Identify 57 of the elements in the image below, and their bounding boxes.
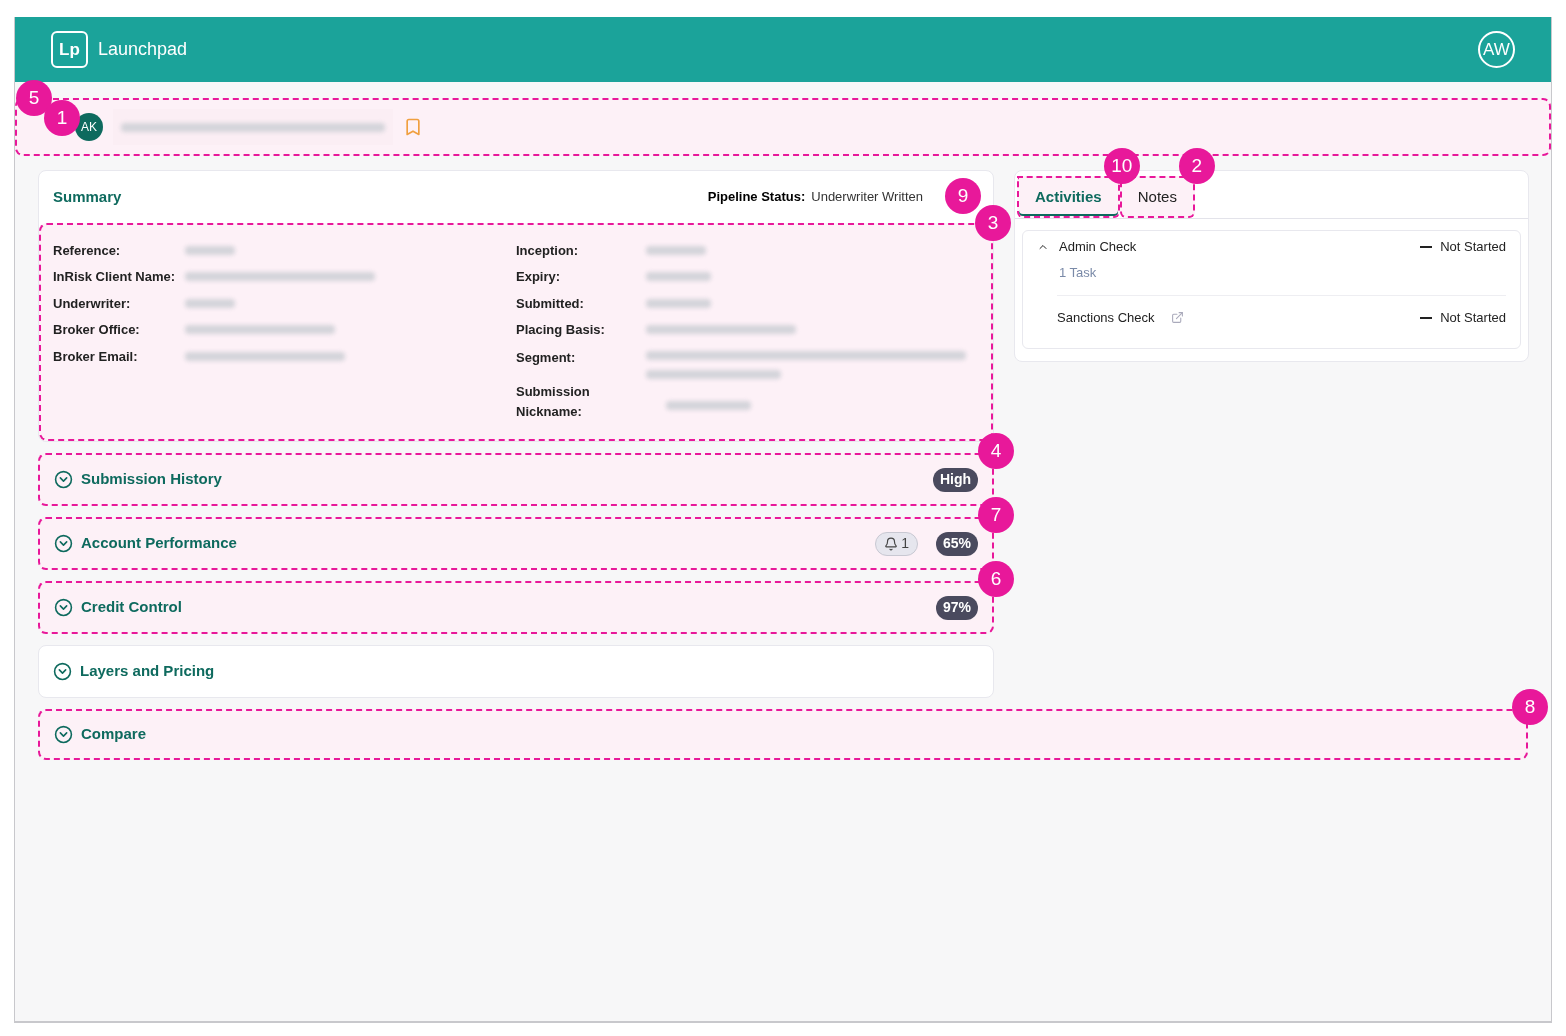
pipeline-status-value: Underwriter Written bbox=[811, 188, 923, 207]
collapsible-section[interactable]: Account Performance 1 65% bbox=[38, 517, 994, 570]
expand-icon bbox=[54, 534, 73, 553]
summary-title: Summary bbox=[53, 186, 122, 207]
score-badge: 97% bbox=[935, 595, 978, 620]
field-label: Underwriter: bbox=[53, 294, 132, 313]
task-count: 1 Task bbox=[1059, 264, 1098, 282]
field-label: Submission Nickname: bbox=[516, 383, 591, 422]
activity-item[interactable]: Sanctions Check Not Started bbox=[1057, 294, 1506, 328]
score-badge: 65% bbox=[935, 531, 978, 556]
section-title: Compare bbox=[81, 724, 147, 745]
field-label: Expiry: bbox=[516, 268, 562, 286]
field-label: Submitted: bbox=[516, 294, 585, 313]
activity-status: Not Started bbox=[1440, 308, 1506, 327]
field-label: Reference: bbox=[53, 241, 122, 260]
section-title: Submission History bbox=[81, 469, 222, 490]
external-link-icon[interactable] bbox=[1170, 311, 1184, 324]
field-label: Inception: bbox=[516, 241, 580, 260]
annotation-marker: 7 bbox=[978, 497, 1014, 533]
activity-item[interactable]: Admin Check Not Started 1 Task bbox=[1037, 237, 1506, 283]
alert-count-badge: 1 bbox=[875, 531, 918, 556]
expand-icon bbox=[54, 470, 73, 489]
expand-icon bbox=[54, 598, 73, 617]
section-title: Layers and Pricing bbox=[80, 661, 215, 682]
activity-name: Sanctions Check bbox=[1057, 308, 1155, 327]
annotation-marker: 3 bbox=[975, 205, 1011, 241]
section-title: Account Performance bbox=[81, 533, 237, 554]
annotation-marker: 6 bbox=[978, 561, 1014, 597]
app-name: Launchpad bbox=[98, 38, 188, 61]
pipeline-status-label: Pipeline Status: bbox=[707, 188, 806, 207]
blurred-value bbox=[646, 298, 711, 308]
expand-icon bbox=[53, 662, 72, 681]
annotation-marker: 1 bbox=[44, 100, 80, 136]
field-label: Segment: bbox=[516, 349, 577, 367]
section-title: Credit Control bbox=[81, 597, 182, 618]
annotation-marker: 8 bbox=[1512, 689, 1548, 725]
field-label: Broker Email: bbox=[53, 347, 139, 366]
blurred-value bbox=[646, 272, 711, 282]
field-label: Placing Basis: bbox=[516, 321, 606, 339]
annotation-marker: 5 bbox=[16, 80, 52, 116]
field-label: InRisk Client Name: bbox=[53, 268, 177, 286]
panel-tab[interactable]: Activities bbox=[1017, 176, 1120, 218]
blurred-value bbox=[646, 245, 706, 255]
annotation-marker: 9 bbox=[945, 178, 981, 214]
annotation-marker: 4 bbox=[978, 433, 1014, 469]
activity-status: Not Started bbox=[1440, 238, 1506, 257]
blurred-value bbox=[185, 298, 235, 308]
panel-tab[interactable]: Notes bbox=[1119, 176, 1195, 218]
score-badge: High bbox=[932, 467, 978, 492]
blurred-value bbox=[185, 245, 235, 255]
activity-name: Admin Check bbox=[1059, 238, 1137, 257]
status-dash-icon bbox=[1420, 246, 1433, 248]
bookmark-icon[interactable] bbox=[403, 117, 423, 137]
collapsible-section[interactable]: Layers and Pricing bbox=[38, 645, 994, 698]
field-label: Broker Office: bbox=[53, 321, 141, 339]
status-dash-icon bbox=[1420, 316, 1433, 319]
expand-icon bbox=[54, 725, 73, 744]
